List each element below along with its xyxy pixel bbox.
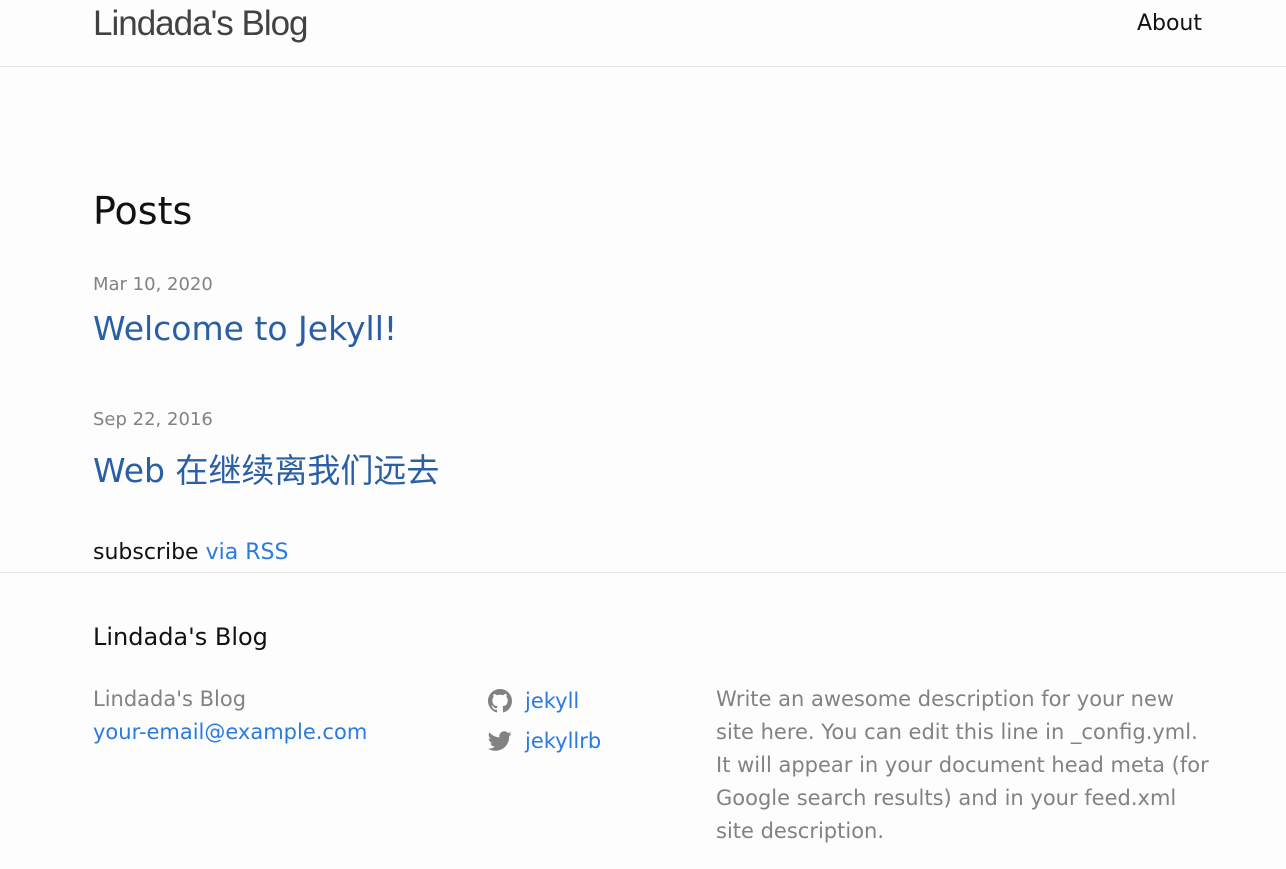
footer-description: Write an awesome description for your ne… bbox=[716, 687, 1209, 843]
rss-prefix: subscribe bbox=[93, 540, 199, 565]
post-list-heading: Posts bbox=[93, 189, 193, 233]
social-item-github[interactable]: jekyll bbox=[488, 681, 601, 721]
site-footer: Lindada's Blog Lindada's Blog your-email… bbox=[0, 573, 1286, 869]
rss-subscribe: subscribe via RSS bbox=[93, 540, 288, 565]
twitter-link[interactable]: jekyllrb bbox=[525, 729, 601, 753]
page-content: Posts Mar 10, 2020 Welcome to Jekyll! Se… bbox=[0, 67, 1286, 573]
footer-name: Lindada's Blog bbox=[93, 687, 247, 711]
rss-link[interactable]: via RSS bbox=[206, 540, 289, 565]
footer-heading: Lindada's Blog bbox=[93, 623, 268, 651]
nav-about-link[interactable]: About bbox=[1137, 11, 1202, 36]
post-date: Mar 10, 2020 bbox=[93, 274, 213, 295]
site-title-link[interactable]: Lindada's Blog bbox=[93, 4, 309, 44]
footer-contact: Lindada's Blog your-email@example.com bbox=[93, 683, 367, 749]
post-date: Sep 22, 2016 bbox=[93, 409, 213, 430]
footer-social: jekyll jekyllrb bbox=[488, 681, 601, 761]
post-title-link[interactable]: Welcome to Jekyll! bbox=[93, 309, 397, 348]
footer-email-link[interactable]: your-email@example.com bbox=[93, 720, 367, 744]
github-icon bbox=[488, 689, 512, 713]
post-title-link[interactable]: Web 在继续离我们远去 bbox=[93, 444, 439, 492]
github-link[interactable]: jekyll bbox=[525, 689, 579, 713]
site-header: Lindada's Blog About bbox=[0, 0, 1286, 67]
twitter-icon bbox=[488, 731, 512, 751]
social-item-twitter[interactable]: jekyllrb bbox=[488, 721, 601, 761]
